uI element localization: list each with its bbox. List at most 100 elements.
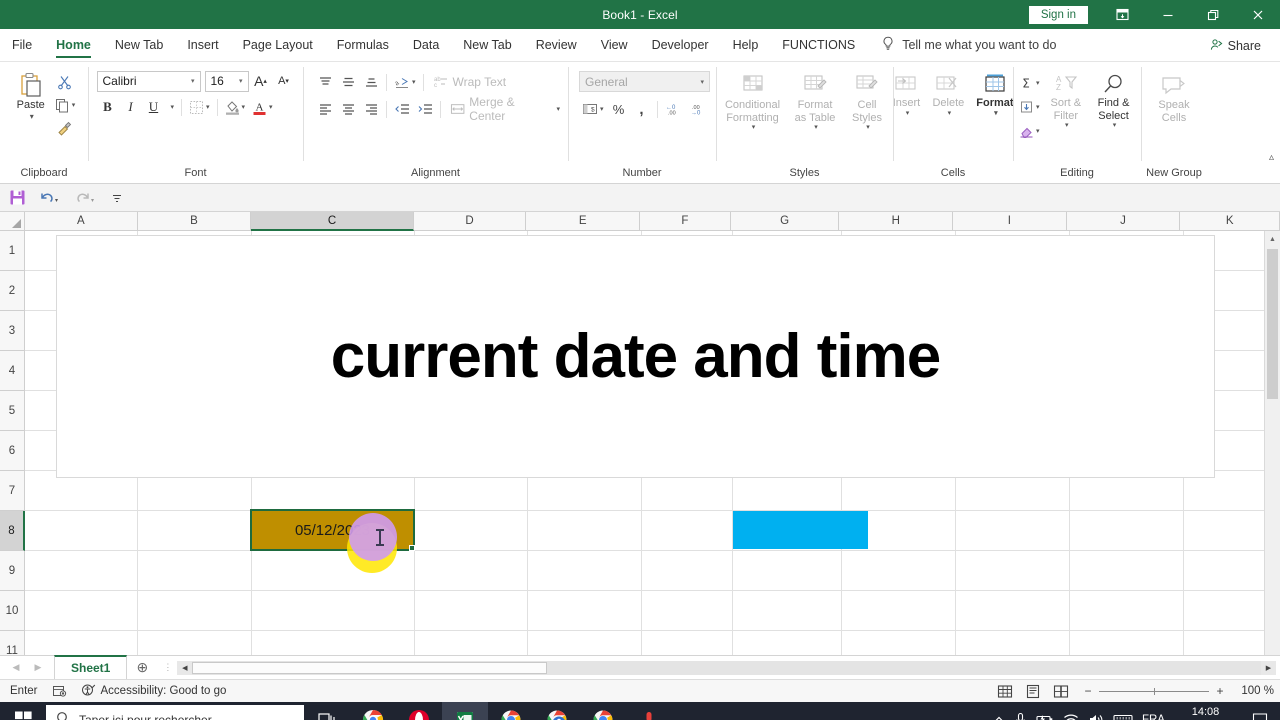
record-macro-icon[interactable]	[48, 684, 71, 698]
ribbon-tab-formulas[interactable]: Formulas	[325, 29, 401, 61]
align-left-button[interactable]	[314, 98, 336, 120]
ribbon-tab-insert[interactable]: Insert	[175, 29, 230, 61]
zoom-out-button[interactable]: −	[1082, 684, 1094, 698]
copy-button[interactable]: ▾	[52, 94, 79, 116]
merge-and-center-button[interactable]: Merge & Center ▾	[445, 95, 565, 123]
column-header-b[interactable]: B	[137, 212, 252, 231]
taskbar-app-opera-icon[interactable]	[396, 702, 442, 720]
nav-prev-icon[interactable]: ◀	[6, 662, 26, 673]
sheet-tab-sheet1[interactable]: Sheet1	[54, 655, 128, 679]
task-view-icon[interactable]	[304, 702, 350, 720]
format-as-table-button[interactable]: Format as Table ▾	[788, 70, 842, 135]
align-right-button[interactable]	[360, 98, 382, 120]
windows-start-icon[interactable]	[0, 702, 46, 720]
italic-button[interactable]: I	[120, 96, 142, 118]
accounting-format-button[interactable]: $ ▾	[579, 98, 607, 120]
language-indicator[interactable]: FRA	[1142, 714, 1165, 720]
cell-styles-button[interactable]: Cell Styles ▾	[844, 70, 890, 135]
show-hidden-icons-icon[interactable]	[993, 714, 1005, 720]
sign-in-button[interactable]: Sign in	[1028, 5, 1088, 24]
row-header-1[interactable]: 1	[0, 231, 25, 271]
column-header-i[interactable]: I	[953, 212, 1067, 231]
nav-next-icon[interactable]: ▶	[28, 662, 48, 673]
collapse-ribbon-icon[interactable]: ▵	[1269, 152, 1274, 163]
bold-button[interactable]: B	[97, 96, 119, 118]
taskbar-app-chrome-icon[interactable]	[350, 702, 396, 720]
volume-icon[interactable]	[1088, 713, 1104, 720]
minimize-icon[interactable]	[1145, 0, 1190, 29]
underline-button[interactable]: U	[143, 96, 165, 118]
zoom-track[interactable]	[1099, 687, 1209, 695]
font-color-button[interactable]: A ▾	[249, 96, 276, 118]
save-icon[interactable]	[4, 186, 30, 210]
cell-area[interactable]: current date and time 05/12/2023 ▲	[25, 231, 1280, 655]
scroll-up-arrow[interactable]: ▲	[1265, 231, 1280, 247]
ribbon-display-options-icon[interactable]	[1100, 0, 1145, 29]
fill-button[interactable]: ▾	[1016, 96, 1043, 118]
speak-cells-button[interactable]: Speak Cells	[1144, 72, 1204, 127]
increase-font-size-button[interactable]: A ▴	[250, 70, 272, 92]
wifi-icon[interactable]	[1063, 713, 1079, 720]
column-header-h[interactable]: H	[839, 212, 954, 231]
ribbon-tab-functions[interactable]: FUNCTIONS	[770, 29, 867, 61]
cut-button[interactable]	[52, 71, 79, 93]
decrease-font-size-button[interactable]: A ▾	[273, 70, 295, 92]
tell-me-search[interactable]: Tell me what you want to do	[881, 29, 1056, 61]
increase-decimal-button[interactable]: ←0.00	[662, 98, 686, 120]
cyan-cell-g8[interactable]	[733, 511, 868, 549]
row-header-10[interactable]: 10	[0, 591, 25, 631]
undo-icon[interactable]: ▾	[32, 186, 66, 210]
sort-and-filter-button[interactable]: AZ Sort & Filter ▾	[1044, 70, 1089, 133]
column-header-f[interactable]: F	[640, 212, 731, 231]
view-page-layout-icon[interactable]	[1020, 682, 1046, 701]
ribbon-tab-page-layout[interactable]: Page Layout	[231, 29, 325, 61]
ribbon-tab-new-tab-2[interactable]: New Tab	[451, 29, 523, 61]
align-center-button[interactable]	[337, 98, 359, 120]
align-middle-button[interactable]	[337, 71, 359, 93]
accessibility-status[interactable]: Accessibility: Good to go	[77, 683, 231, 700]
autosum-button[interactable]: Σ ▾	[1016, 72, 1043, 94]
column-header-e[interactable]: E	[526, 212, 641, 231]
ribbon-tab-review[interactable]: Review	[524, 29, 589, 61]
delete-cells-button[interactable]: Delete ▾	[927, 70, 969, 121]
taskbar-app-chrome-profile-icon[interactable]	[534, 702, 580, 720]
horizontal-scrollbar[interactable]: ◀ ▶	[177, 660, 1276, 675]
taskbar-search-input[interactable]: Taper ici pour rechercher	[46, 705, 304, 720]
ribbon-tab-file[interactable]: File	[0, 29, 44, 61]
increase-indent-button[interactable]	[414, 98, 436, 120]
row-header-11[interactable]: 11	[0, 631, 25, 655]
align-bottom-button[interactable]	[360, 71, 382, 93]
align-top-button[interactable]	[314, 71, 336, 93]
zoom-slider[interactable]: − +	[1082, 684, 1226, 698]
restore-icon[interactable]	[1190, 0, 1235, 29]
row-header-6[interactable]: 6	[0, 431, 25, 471]
row-header-3[interactable]: 3	[0, 311, 25, 351]
customize-qat-icon[interactable]	[104, 186, 130, 210]
insert-cells-button[interactable]: Insert ▾	[887, 70, 925, 121]
scroll-right-arrow[interactable]: ▶	[1261, 660, 1276, 675]
taskbar-app-excel-icon[interactable]	[442, 702, 488, 720]
orientation-button[interactable]: a ▾	[391, 71, 419, 93]
font-size-combo[interactable]: 16 ▾	[204, 70, 249, 92]
clear-button[interactable]: ▾	[1016, 120, 1043, 142]
horizontal-scroll-thumb[interactable]	[192, 661, 548, 674]
column-header-d[interactable]: D	[413, 212, 527, 231]
paste-button[interactable]: Paste ▾	[10, 68, 52, 124]
select-all-corner[interactable]	[0, 212, 25, 231]
taskbar-app-chrome-j-icon[interactable]: j	[580, 702, 626, 720]
tray-microphone-icon[interactable]	[1014, 712, 1027, 720]
taskbar-app-chrome-window-icon[interactable]	[488, 702, 534, 720]
borders-button[interactable]: ▾	[186, 96, 213, 118]
row-header-5[interactable]: 5	[0, 391, 25, 431]
ribbon-tab-view[interactable]: View	[589, 29, 640, 61]
decrease-decimal-button[interactable]: .00 →0	[687, 98, 711, 120]
ribbon-tab-new-tab-1[interactable]: New Tab	[103, 29, 175, 61]
column-header-j[interactable]: J	[1066, 212, 1181, 231]
column-header-a[interactable]: A	[25, 212, 138, 231]
keyboard-icon[interactable]	[1113, 713, 1133, 720]
row-header-9[interactable]: 9	[0, 551, 25, 591]
view-page-break-icon[interactable]	[1048, 682, 1074, 701]
ribbon-tab-home[interactable]: Home	[44, 29, 103, 61]
vertical-scrollbar[interactable]: ▲	[1264, 231, 1280, 655]
ribbon-tab-help[interactable]: Help	[721, 29, 771, 61]
